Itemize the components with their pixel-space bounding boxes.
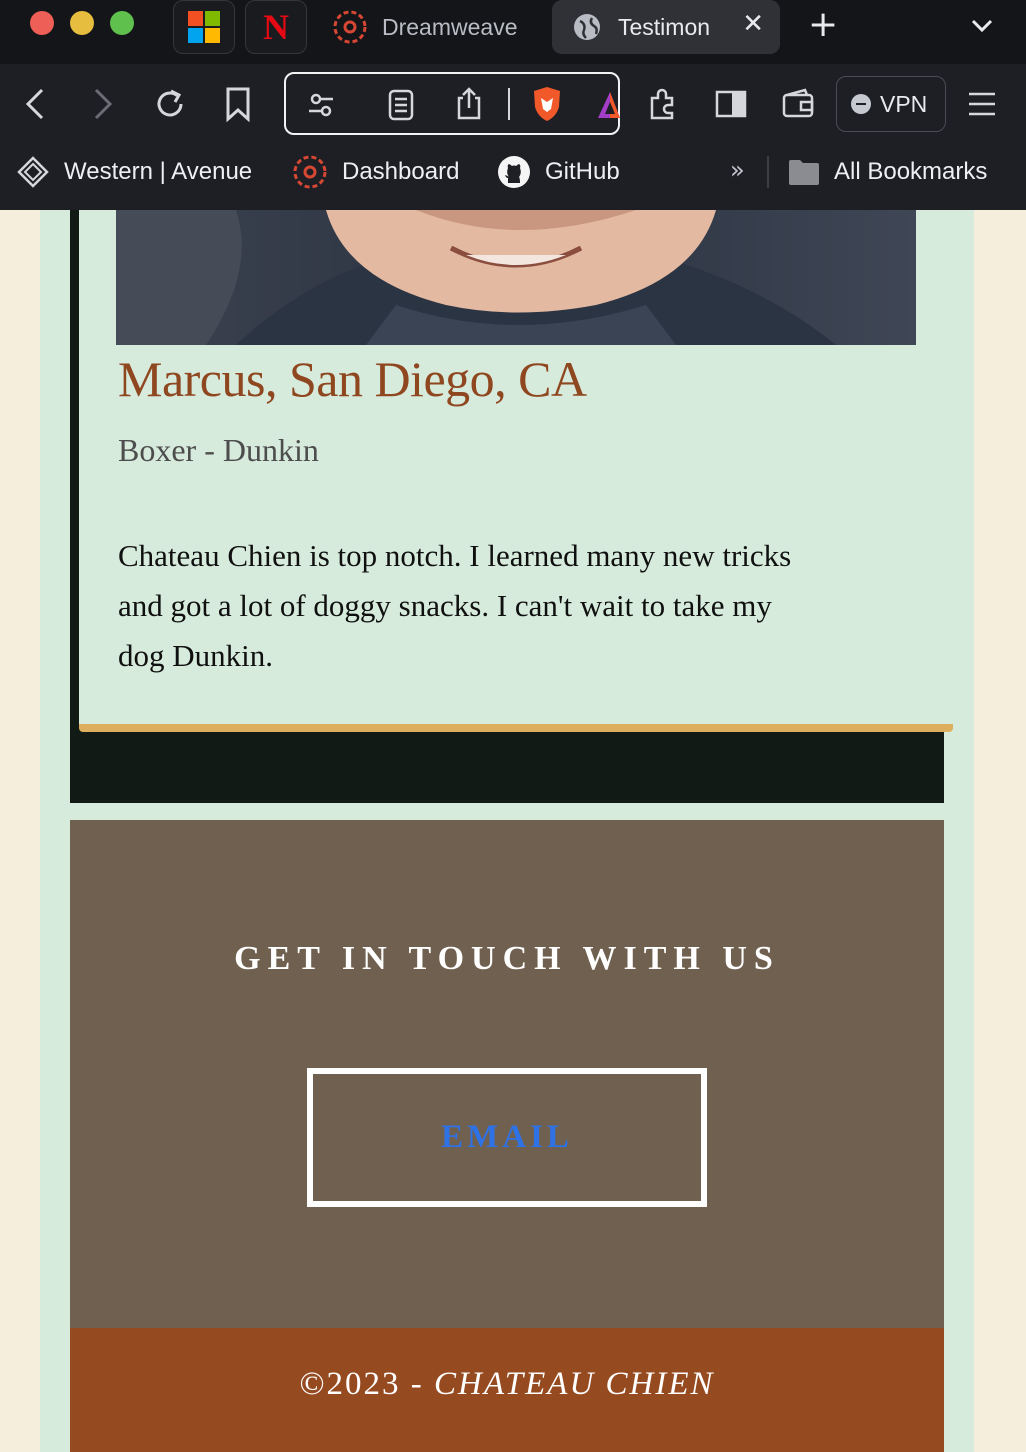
pinned-tab-netflix[interactable]: N	[245, 0, 307, 54]
tab-testimonials[interactable]: Testimon ✕	[552, 0, 780, 54]
new-tab-button[interactable]: +	[808, 4, 838, 45]
tab-title: Testimon	[618, 13, 711, 40]
bookmark-label: Western | Avenue	[64, 158, 253, 185]
tab-dreamweaver[interactable]: Dreamweave	[332, 0, 538, 54]
extensions-icon[interactable]	[646, 86, 680, 122]
vpn-button[interactable]: VPN	[836, 76, 946, 132]
testimonial-author: Marcus, San Diego, CA	[118, 351, 587, 407]
vpn-status-icon	[851, 94, 871, 114]
testimonial-quote: Chateau Chien is top notch. I learned ma…	[118, 538, 792, 673]
maximize-window-button[interactable]	[110, 11, 134, 35]
bookmarks-divider	[767, 156, 769, 188]
bookmark-github[interactable]: GitHub	[497, 152, 620, 192]
address-bar[interactable]	[284, 72, 620, 135]
brave-shields-icon[interactable]	[530, 85, 564, 123]
canvas-icon	[333, 10, 367, 44]
forward-icon[interactable]	[86, 86, 120, 122]
bookmark-icon[interactable]	[222, 86, 254, 122]
contact-heading: GET IN TOUCH WITH US	[234, 940, 780, 977]
footer-copyright: ©2023 - CHATEAU CHIEN	[70, 1366, 944, 1403]
site-settings-icon[interactable]	[306, 90, 336, 120]
github-icon	[498, 156, 530, 188]
canvas-icon	[293, 155, 327, 189]
bookmark-label: Dashboard	[342, 158, 460, 185]
testimonial-pet: Boxer - Dunkin	[118, 432, 319, 468]
menu-icon[interactable]	[966, 86, 998, 122]
bookmark-all-bookmarks[interactable]: All Bookmarks	[788, 152, 987, 192]
close-tab-icon[interactable]: ✕	[742, 8, 764, 39]
email-button[interactable]: EMAIL	[307, 1068, 707, 1207]
globe-icon	[574, 14, 600, 40]
bookmark-label: GitHub	[545, 158, 620, 185]
testimonial-photo	[116, 210, 916, 345]
folder-icon	[789, 160, 819, 185]
chevron-down-icon[interactable]	[968, 12, 996, 40]
bookmarks-overflow-button[interactable]: »	[730, 156, 745, 184]
tab-title: Dreamweave	[382, 13, 518, 40]
bookmark-western-avenue[interactable]: Western | Avenue	[16, 152, 252, 192]
wallet-icon[interactable]	[781, 86, 815, 122]
netflix-icon: N	[263, 7, 289, 47]
vpn-label: VPN	[880, 90, 928, 117]
sidebar-icon[interactable]	[714, 86, 748, 122]
brave-rewards-icon[interactable]	[596, 88, 620, 122]
reader-mode-icon[interactable]	[386, 88, 416, 122]
email-button-label: EMAIL	[441, 1119, 573, 1155]
pinned-tab-microsoft[interactable]	[173, 0, 235, 54]
footer-brand: CHATEAU CHIEN	[434, 1366, 715, 1402]
back-icon[interactable]	[20, 86, 54, 122]
footer-copyright-prefix: ©2023 -	[299, 1366, 435, 1402]
microsoft-icon	[188, 11, 220, 43]
address-bar-divider	[508, 88, 510, 120]
avenue-logo-icon	[17, 156, 49, 188]
minimize-window-button[interactable]	[70, 11, 94, 35]
reload-icon[interactable]	[152, 86, 188, 122]
share-icon[interactable]	[454, 86, 484, 122]
close-window-button[interactable]	[30, 11, 54, 35]
bookmark-dashboard[interactable]: Dashboard	[292, 152, 459, 192]
bookmark-label: All Bookmarks	[834, 158, 988, 185]
